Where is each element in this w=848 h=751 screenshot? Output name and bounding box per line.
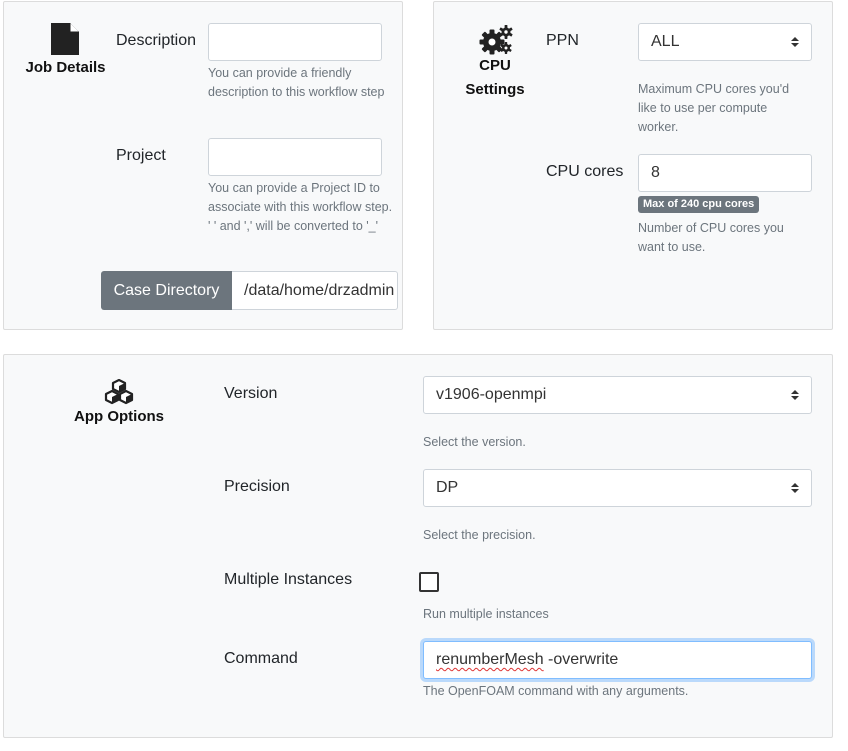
command-help: The OpenFOAM command with any arguments. (423, 684, 689, 698)
precision-select-value: DP (436, 479, 459, 496)
cpu-cores-input[interactable]: 8 (638, 154, 812, 192)
cpu-heading-line2: Settings (465, 81, 525, 98)
command-value-misspelled: renumberMesh (436, 651, 544, 668)
version-help: Select the version. (423, 435, 526, 449)
cpu-cores-label: CPU cores (546, 163, 624, 180)
select-caret-icon (791, 390, 799, 400)
precision-select[interactable]: DP (423, 469, 812, 507)
app-options-heading: App Options (74, 408, 164, 425)
precision-help: Select the precision. (423, 528, 536, 542)
case-directory-button[interactable]: Case Directory (101, 271, 232, 310)
multiple-instances-checkbox[interactable] (419, 572, 439, 592)
ppn-label: PPN (546, 32, 579, 49)
select-caret-icon (791, 37, 799, 47)
case-directory-input[interactable]: /data/home/drzadmin (232, 271, 398, 310)
command-value-rest: -overwrite (543, 651, 619, 668)
precision-label: Precision (224, 478, 290, 495)
ppn-select-value: ALL (651, 33, 680, 50)
cpu-cores-badge: Max of 240 cpu cores (638, 196, 760, 213)
select-caret-icon (791, 483, 799, 493)
command-input[interactable]: renumberMesh -overwrite (423, 641, 812, 679)
job-details-panel: Job Details Description You can provide … (3, 1, 403, 330)
cpu-settings-panel: CPU Settings PPN ALL Maximum CPU cores y… (433, 1, 833, 330)
project-label: Project (116, 147, 166, 164)
multiple-instances-help: Run multiple instances (423, 607, 549, 621)
cpu-settings-heading: CPU Settings (450, 54, 540, 102)
ppn-help: Maximum CPU cores you'd like to use per … (638, 82, 790, 134)
job-details-heading: Job Details (25, 59, 106, 76)
version-select-value: v1906-openmpi (436, 386, 547, 403)
description-label: Description (116, 32, 197, 49)
app-options-panel: App Options Version v1906-openmpi Select… (3, 354, 833, 738)
description-help: You can provide a friendly description t… (208, 66, 385, 99)
multiple-instances-label: Multiple Instances (224, 571, 353, 588)
project-input[interactable] (208, 138, 382, 176)
document-icon (51, 23, 79, 60)
cpu-heading-line1: CPU (479, 57, 511, 74)
description-input[interactable] (208, 23, 382, 61)
ppn-select[interactable]: ALL (638, 23, 812, 61)
command-label: Command (224, 650, 298, 667)
version-label: Version (224, 385, 278, 402)
project-help: You can provide a Project ID to associat… (208, 181, 393, 233)
cpu-cores-help: Number of CPU cores you want to use. (638, 221, 784, 254)
version-select[interactable]: v1906-openmpi (423, 376, 812, 414)
